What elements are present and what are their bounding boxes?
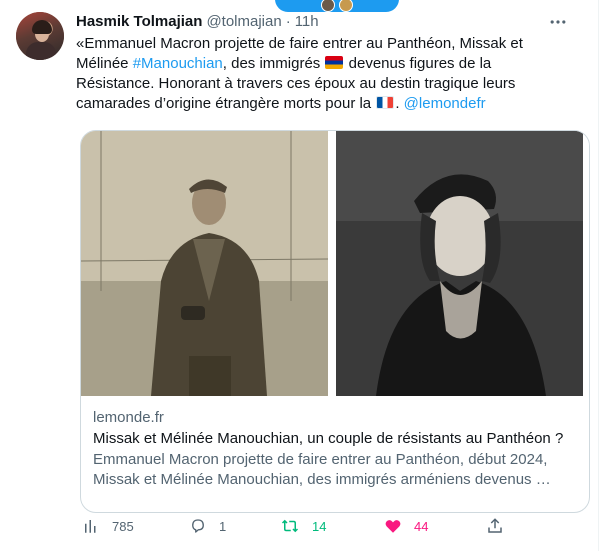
share-action[interactable]	[486, 517, 504, 535]
reply-count: 1	[219, 518, 227, 534]
photo-illustration-soldier	[81, 131, 328, 396]
armenia-flag-icon	[325, 56, 344, 69]
tweet-text-part: , des immigrés	[222, 55, 325, 72]
card-meta: lemonde.fr Missak et Mélinée Manouchian,…	[81, 396, 589, 490]
retweet-count: 14	[312, 518, 327, 534]
link-card[interactable]: lemonde.fr Missak et Mélinée Manouchian,…	[80, 130, 590, 513]
card-domain: lemonde.fr	[93, 409, 164, 426]
hashtag-link[interactable]: #Manouchian	[133, 55, 223, 72]
like-action[interactable]: 44	[384, 517, 428, 535]
author-name[interactable]: Hasmik Tolmajian	[76, 12, 202, 32]
timestamp[interactable]: 11h	[295, 12, 319, 32]
tweet-text: «Emmanuel Macron projette de faire entre…	[76, 34, 556, 114]
card-photo-missak	[81, 131, 328, 396]
separator: ·	[285, 13, 291, 30]
card-images	[81, 131, 589, 396]
card-photo-melinee	[336, 131, 583, 396]
tweet-header: Hasmik Tolmajian @tolmajian · 11h	[76, 12, 576, 32]
avatar-thumbnail	[321, 0, 335, 12]
views-count: 785	[112, 518, 134, 534]
views-icon	[82, 517, 100, 535]
more-horizontal-icon[interactable]	[548, 12, 568, 35]
france-flag-icon	[376, 96, 395, 109]
retweet-action[interactable]: 14	[280, 517, 326, 535]
avatar-thumbnail	[339, 0, 353, 12]
new-tweets-pill[interactable]	[275, 0, 399, 12]
tweet-text-part: .	[395, 95, 404, 112]
author-handle[interactable]: @tolmajian	[206, 12, 281, 32]
mention-link[interactable]: @lemondefr	[404, 95, 486, 112]
avatar[interactable]	[16, 12, 64, 60]
card-description: Emmanuel Macron projette de faire entrer…	[93, 451, 551, 488]
share-icon	[486, 517, 504, 535]
retweet-icon	[280, 517, 300, 535]
like-count: 44	[414, 518, 429, 534]
tweet-content: Hasmik Tolmajian @tolmajian · 11h «Emman…	[76, 12, 576, 114]
reply-action[interactable]: 1	[189, 517, 226, 535]
tweet-actions: 785 1 14 44	[82, 516, 512, 536]
views-action[interactable]: 785	[82, 517, 134, 535]
heart-icon	[384, 517, 402, 535]
photo-illustration-woman	[336, 131, 583, 396]
card-title: Missak et Mélinée Manouchian, un couple …	[93, 430, 564, 447]
reply-icon	[189, 517, 207, 535]
